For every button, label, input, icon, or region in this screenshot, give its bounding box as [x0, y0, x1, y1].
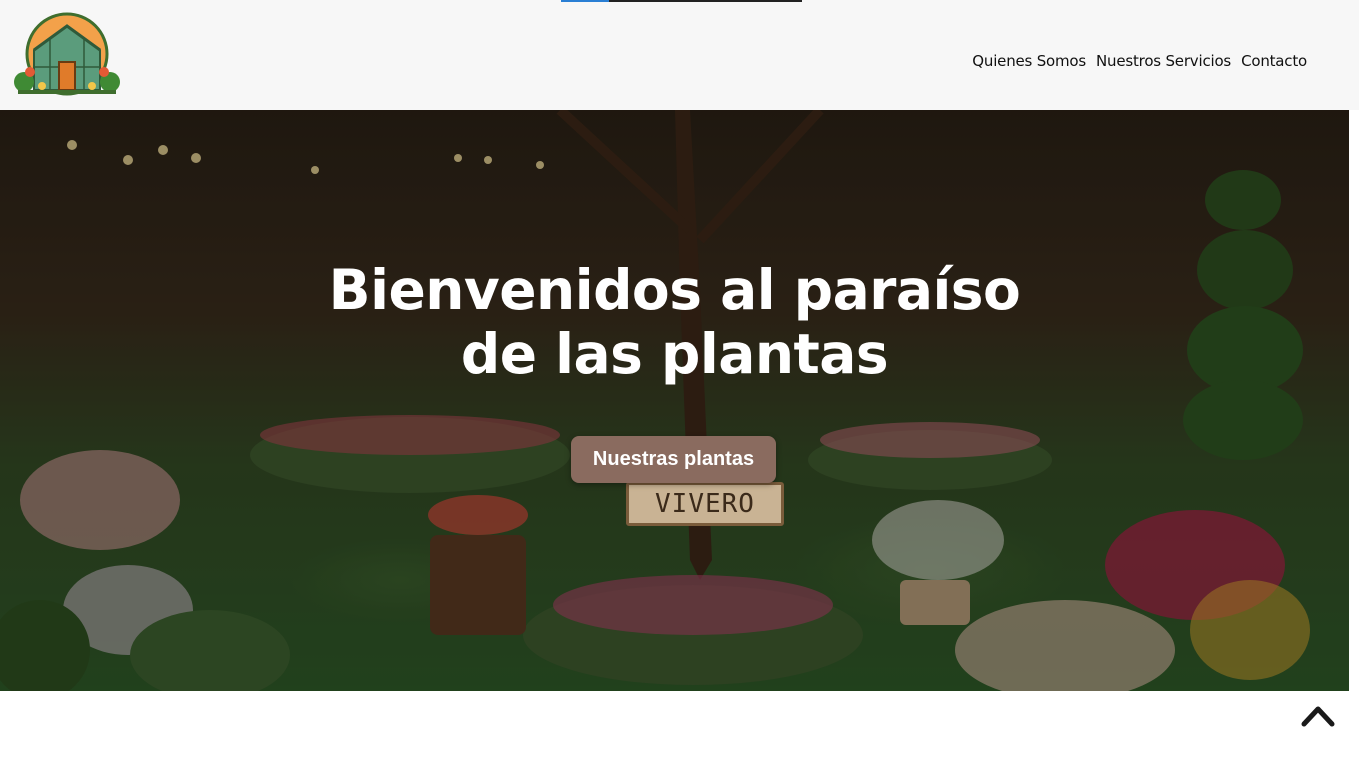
site-header: Quienes Somos Nuestros Servicios Contact…: [0, 0, 1359, 110]
nav-link-nuestros-servicios[interactable]: Nuestros Servicios: [1096, 52, 1231, 70]
nav-link-contacto[interactable]: Contacto: [1241, 52, 1307, 70]
hero-section: VIVERO Bienvenidos al paraíso de las pla…: [0, 110, 1349, 691]
vivero-sign: VIVERO: [626, 482, 784, 526]
nav-link-quienes-somos[interactable]: Quienes Somos: [972, 52, 1086, 70]
hero-overlay: [0, 110, 1349, 691]
hero-title-line-2: de las plantas: [460, 322, 889, 386]
nuestras-plantas-button[interactable]: Nuestras plantas: [571, 436, 776, 483]
main-nav: Quienes Somos Nuestros Servicios Contact…: [972, 52, 1307, 70]
scroll-progress-bar: [561, 0, 802, 2]
sign-text: VIVERO: [655, 489, 755, 519]
hero-title-line-1: Bienvenidos al paraíso: [328, 258, 1021, 322]
chevron-up-icon[interactable]: [1300, 700, 1336, 732]
hero-title: Bienvenidos al paraíso de las plantas: [0, 258, 1349, 386]
scroll-progress-fill: [561, 0, 610, 2]
greenhouse-logo-icon[interactable]: [12, 12, 122, 96]
